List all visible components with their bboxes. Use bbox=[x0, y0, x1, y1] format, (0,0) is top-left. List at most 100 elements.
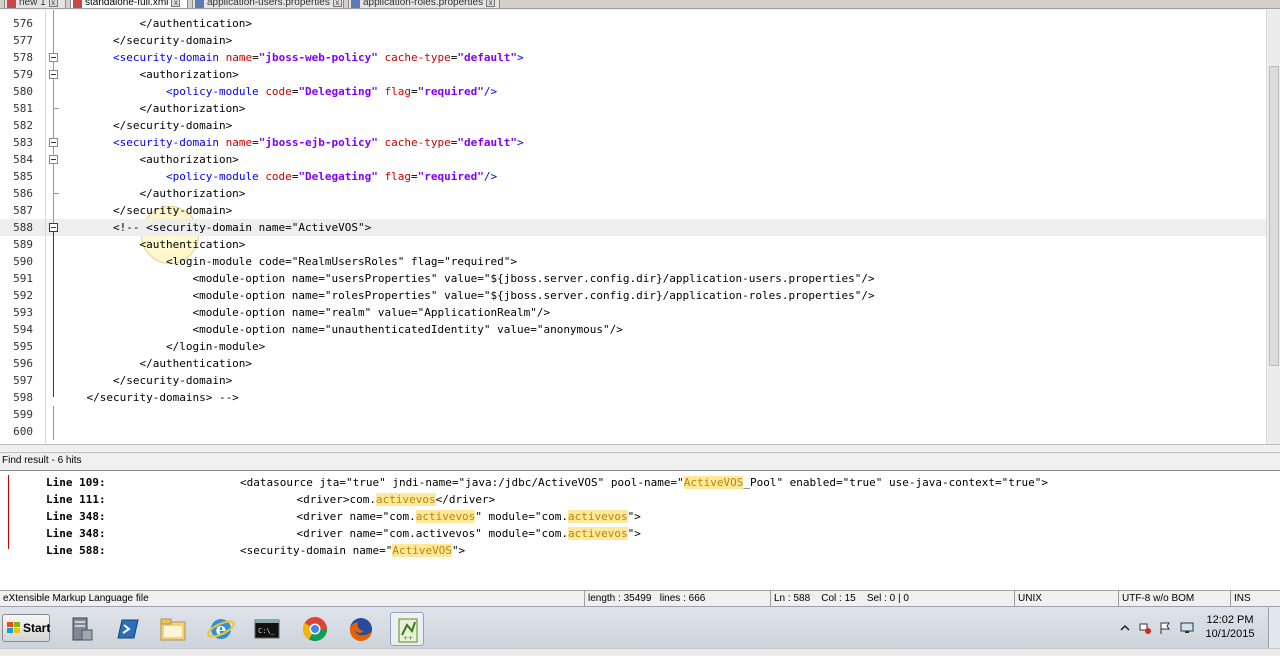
code-text: <policy-module code="Delegating" flag="r… bbox=[165, 170, 498, 183]
notepad-plus-plus-icon[interactable]: ++ bbox=[390, 612, 424, 646]
find-result-row[interactable]: Line 111: <driver>com.activevos</driver> bbox=[0, 491, 1270, 508]
line-number: 593 bbox=[13, 306, 33, 319]
code-text: <!-- <security-domain name="ActiveVOS"> bbox=[60, 221, 372, 234]
code-line[interactable]: 580 <policy-module code="Delegating" fla… bbox=[0, 83, 1266, 100]
code-line[interactable]: 585 <policy-module code="Delegating" fla… bbox=[0, 168, 1266, 185]
code-line[interactable]: 588 <!-- <security-domain name="ActiveVO… bbox=[0, 219, 1266, 236]
fold-toggle-icon[interactable] bbox=[49, 138, 58, 147]
internet-explorer-icon[interactable]: e bbox=[204, 612, 238, 646]
code-line[interactable]: 594 <module-option name="unauthenticated… bbox=[0, 321, 1266, 338]
scrollbar-thumb[interactable] bbox=[1269, 66, 1279, 366]
horizontal-scrollbar[interactable] bbox=[0, 648, 1280, 656]
panel-splitter[interactable] bbox=[0, 444, 1280, 452]
code-line[interactable]: 596 </authentication> bbox=[0, 355, 1266, 372]
code-line[interactable]: 577 </security-domain> bbox=[0, 32, 1266, 49]
status-length: length : 35499 bbox=[588, 593, 652, 604]
server-manager-icon[interactable] bbox=[64, 612, 98, 646]
find-result-text: <driver name="com.activevos" module="com… bbox=[270, 510, 641, 523]
code-line[interactable]: 584 <authorization> bbox=[0, 151, 1266, 168]
line-number: 594 bbox=[13, 323, 33, 336]
code-line[interactable]: 583 <security-domain name="jboss-ejb-pol… bbox=[0, 134, 1266, 151]
start-button[interactable]: Start bbox=[2, 614, 50, 642]
firefox-icon[interactable] bbox=[344, 612, 378, 646]
code-text: </security-domain> bbox=[60, 34, 233, 47]
close-icon[interactable]: x bbox=[171, 0, 181, 7]
find-result-row[interactable]: Line 348: <driver name="com.activevos" m… bbox=[0, 508, 1270, 525]
network-icon[interactable] bbox=[1138, 621, 1152, 635]
line-number: 585 bbox=[13, 170, 33, 183]
fold-toggle-icon[interactable] bbox=[49, 223, 58, 232]
status-bar: eXtensible Markup Language file length :… bbox=[0, 590, 1280, 606]
code-line[interactable]: 593 <module-option name="realm" value="A… bbox=[0, 304, 1266, 321]
fold-toggle-icon[interactable] bbox=[49, 155, 58, 164]
tab-new-1[interactable]: new 1x bbox=[4, 0, 66, 8]
file-explorer-icon[interactable] bbox=[156, 612, 190, 646]
code-line[interactable]: 600 bbox=[0, 423, 1266, 440]
close-icon[interactable]: x bbox=[486, 0, 496, 7]
tab-label: standalone-full.xml bbox=[85, 0, 169, 8]
chrome-icon[interactable] bbox=[298, 612, 332, 646]
line-number: 595 bbox=[13, 340, 33, 353]
code-line[interactable]: 592 <module-option name="rolesProperties… bbox=[0, 287, 1266, 304]
tab-application-roles[interactable]: application-roles.properties x bbox=[348, 0, 500, 8]
code-line[interactable]: 586 </authorization> bbox=[0, 185, 1266, 202]
code-text: </security-domain> bbox=[60, 374, 233, 387]
vertical-scrollbar[interactable] bbox=[1266, 10, 1280, 444]
code-line[interactable]: 576 </authentication> bbox=[0, 15, 1266, 32]
code-editor[interactable]: 576 </authentication> 577 </security-doma… bbox=[0, 10, 1266, 444]
code-text: <security-domain name="jboss-web-policy"… bbox=[112, 51, 524, 64]
code-line[interactable]: 598 </security-domains> --> bbox=[0, 389, 1266, 406]
display-icon[interactable] bbox=[1180, 621, 1194, 635]
find-result-panel[interactable]: Line 109: <datasource jta="true" jndi-nam… bbox=[0, 470, 1280, 590]
code-line[interactable]: 581 </authorization> bbox=[0, 100, 1266, 117]
find-result-row[interactable]: Line 588: <security-domain name="ActiveVO… bbox=[0, 542, 1270, 559]
code-line[interactable]: 589 <authentication> bbox=[0, 236, 1266, 253]
tab-label: new 1 bbox=[19, 0, 46, 8]
close-icon[interactable]: x bbox=[48, 0, 58, 7]
line-number: 588 bbox=[13, 221, 33, 234]
code-line[interactable]: 582 </security-domain> bbox=[0, 117, 1266, 134]
code-line[interactable]: 587 </security-domain> bbox=[0, 202, 1266, 219]
find-result-text: <security-domain name="ActiveVOS"> bbox=[240, 544, 466, 557]
close-icon[interactable]: x bbox=[332, 0, 342, 7]
fold-end-mark bbox=[53, 108, 59, 109]
find-result-text: <datasource jta="true" jndi-name="java:/… bbox=[240, 476, 1048, 489]
chevron-up-icon[interactable] bbox=[1118, 621, 1132, 635]
flag-icon[interactable] bbox=[1158, 621, 1172, 635]
clock[interactable]: 12:02 PM 10/1/2015 bbox=[1202, 613, 1258, 641]
find-result-header: Find result - 6 hits bbox=[0, 452, 1280, 469]
file-icon bbox=[73, 0, 82, 8]
code-line[interactable]: 597 </security-domain> bbox=[0, 372, 1266, 389]
tab-standalone-full[interactable]: standalone-full.xml x bbox=[70, 0, 188, 8]
status-mode: INS bbox=[1230, 591, 1280, 606]
find-result-line-label: Line 111: bbox=[46, 493, 106, 506]
tab-application-users[interactable]: application-users.properties x bbox=[192, 0, 344, 8]
code-text: <policy-module code="Delegating" flag="r… bbox=[165, 85, 498, 98]
code-line[interactable]: 591 <module-option name="usersProperties… bbox=[0, 270, 1266, 287]
powershell-icon[interactable] bbox=[110, 612, 144, 646]
line-number: 578 bbox=[13, 51, 33, 64]
fold-line bbox=[53, 406, 54, 440]
find-result-line-label: Line 588: bbox=[46, 544, 106, 557]
tab-label: application-roles.properties bbox=[363, 0, 484, 8]
line-number: 596 bbox=[13, 357, 33, 370]
fold-toggle-icon[interactable] bbox=[49, 70, 58, 79]
code-line[interactable]: 595 </login-module> bbox=[0, 338, 1266, 355]
code-line[interactable]: 579 <authorization> bbox=[0, 66, 1266, 83]
find-result-line-label: Line 348: bbox=[46, 510, 106, 523]
fold-end-mark bbox=[53, 193, 59, 194]
find-result-row[interactable]: Line 109: <datasource jta="true" jndi-nam… bbox=[0, 474, 1270, 491]
command-prompt-icon[interactable]: C:\_ bbox=[250, 612, 284, 646]
code-line[interactable]: 578 <security-domain name="jboss-web-pol… bbox=[0, 49, 1266, 66]
code-text: </login-module> bbox=[60, 340, 266, 353]
code-line[interactable]: 590 <login-module code="RealmUsersRoles"… bbox=[0, 253, 1266, 270]
line-number: 580 bbox=[13, 85, 33, 98]
find-result-line-label: Line 109: bbox=[46, 476, 106, 489]
find-result-row[interactable]: Line 348: <driver name="com.activevos" m… bbox=[0, 525, 1270, 542]
tab-label: application-users.properties bbox=[207, 0, 330, 8]
code-text: <authorization> bbox=[60, 153, 239, 166]
line-number: 591 bbox=[13, 272, 33, 285]
fold-toggle-icon[interactable] bbox=[49, 53, 58, 62]
code-line[interactable]: 599 bbox=[0, 406, 1266, 423]
code-text: </authentication> bbox=[60, 17, 253, 30]
